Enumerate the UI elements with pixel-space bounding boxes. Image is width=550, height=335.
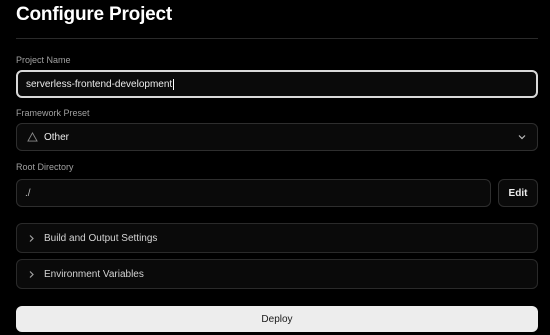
triangle-icon	[27, 132, 38, 142]
framework-preset-value: Other	[44, 131, 70, 143]
title-divider	[16, 38, 538, 39]
project-name-label: Project Name	[16, 55, 71, 65]
text-caret	[173, 78, 175, 90]
build-output-settings-toggle[interactable]: Build and Output Settings	[16, 223, 538, 253]
root-directory-value: ./	[25, 187, 31, 199]
page-title: Configure Project	[16, 4, 173, 25]
root-directory-label: Root Directory	[16, 162, 74, 172]
chevron-right-icon	[29, 270, 34, 278]
chevron-right-icon	[29, 234, 34, 242]
chevron-down-icon	[518, 135, 526, 140]
project-name-input[interactable]: serverless-frontend-development	[16, 70, 538, 98]
edit-root-directory-button[interactable]: Edit	[498, 179, 538, 207]
framework-preset-label: Framework Preset	[16, 108, 90, 118]
environment-variables-toggle[interactable]: Environment Variables	[16, 259, 538, 289]
framework-preset-select[interactable]: Other	[16, 123, 538, 151]
root-directory-input[interactable]: ./	[16, 179, 491, 207]
project-name-value: serverless-frontend-development	[26, 78, 173, 90]
framework-preset-selected: Other	[17, 132, 517, 143]
environment-variables-label: Environment Variables	[44, 268, 144, 280]
deploy-button[interactable]: Deploy	[16, 306, 538, 332]
build-output-settings-label: Build and Output Settings	[44, 232, 158, 244]
configure-project-panel: Configure Project Project Name serverles…	[0, 0, 550, 335]
